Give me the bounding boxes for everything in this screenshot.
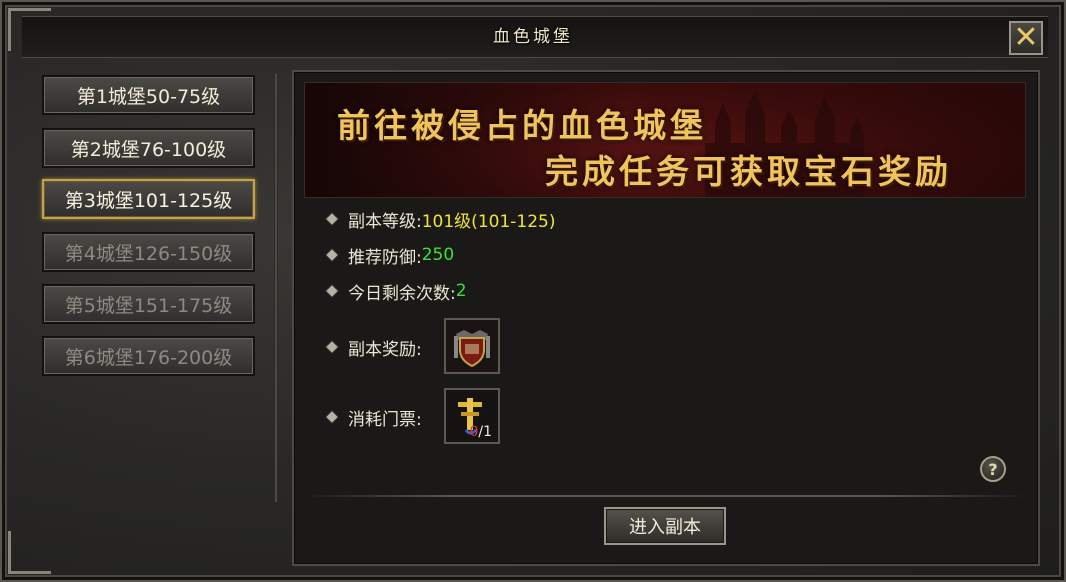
castle-tab-label: 第1城堡50-75级 [76, 85, 221, 108]
castle-tab-label: 第6城堡176-200级 [64, 346, 233, 369]
ticket-count: 0/1 [469, 424, 492, 440]
castle-tab-label: 第3城堡101-125级 [64, 189, 233, 212]
info-row-level: 副本等级: 101级(101-125) [326, 206, 556, 232]
castle-tab-label: 第4城堡126-150级 [64, 242, 233, 265]
castle-tab-1[interactable]: 第1城堡50-75级 [42, 75, 255, 115]
question-icon: ? [988, 459, 998, 479]
castle-tab-4[interactable]: 第4城堡126-150级 [42, 232, 255, 272]
defense-label: 推荐防御: [348, 247, 422, 268]
info-row-ticket: 消耗门票: [326, 404, 422, 430]
bullet-diamond-icon [326, 411, 338, 423]
castle-tab-6[interactable]: 第6城堡176-200级 [42, 336, 255, 376]
dialog-title: 血色城堡 [493, 27, 573, 47]
castle-tab-5[interactable]: 第5城堡151-175级 [42, 284, 255, 324]
info-row-reward: 副本奖励: [326, 334, 422, 360]
level-value: 101级(101-125) [421, 211, 556, 232]
banner-line-1: 前往被侵占的血色城堡 [337, 106, 707, 145]
castle-detail-panel: 前往被侵占的血色城堡 完成任务可获取宝石奖励 副本等级: 101级(101-12… [292, 70, 1040, 566]
panel-divider [274, 74, 278, 502]
bullet-diamond-icon [326, 249, 338, 261]
level-label: 副本等级: [348, 211, 422, 232]
help-button[interactable]: ? [980, 456, 1006, 482]
bullet-diamond-icon [326, 285, 338, 297]
footer-divider [304, 495, 1028, 497]
remaining-label: 今日剩余次数: [348, 283, 456, 304]
banner-line-2: 完成任务可获取宝石奖励 [545, 152, 952, 191]
reward-label: 副本奖励: [348, 339, 422, 360]
ticket-label: 消耗门票: [348, 409, 422, 430]
enter-instance-label: 进入副本 [629, 517, 701, 538]
info-row-defense: 推荐防御: 250 [326, 242, 455, 268]
shield-emblem-icon [446, 320, 498, 372]
close-button[interactable]: ✕ [1009, 21, 1043, 55]
ticket-item-slot[interactable]: 0/1 [444, 388, 500, 444]
castle-tab-2[interactable]: 第2城堡76-100级 [42, 128, 255, 168]
info-row-remaining: 今日剩余次数: 2 [326, 278, 467, 304]
reward-item-slot[interactable] [444, 318, 500, 374]
castle-tab-label: 第2城堡76-100级 [70, 138, 227, 161]
castle-tab-label: 第5城堡151-175级 [64, 294, 233, 317]
castle-banner: 前往被侵占的血色城堡 完成任务可获取宝石奖励 [304, 82, 1026, 198]
enter-instance-button[interactable]: 进入副本 [604, 507, 726, 545]
castle-list: 第1城堡50-75级 第2城堡76-100级 第3城堡101-125级 第4城堡… [28, 64, 272, 564]
bullet-diamond-icon [326, 341, 338, 353]
close-icon: ✕ [1013, 20, 1039, 55]
castle-tab-3[interactable]: 第3城堡101-125级 [42, 179, 255, 219]
defense-value: 250 [421, 245, 455, 265]
bullet-diamond-icon [326, 213, 338, 225]
castle-dialog: 血色城堡 ✕ 第1城堡50-75级 第2城堡76-100级 第3城堡101-12… [0, 0, 1066, 582]
remaining-value: 2 [455, 281, 467, 301]
